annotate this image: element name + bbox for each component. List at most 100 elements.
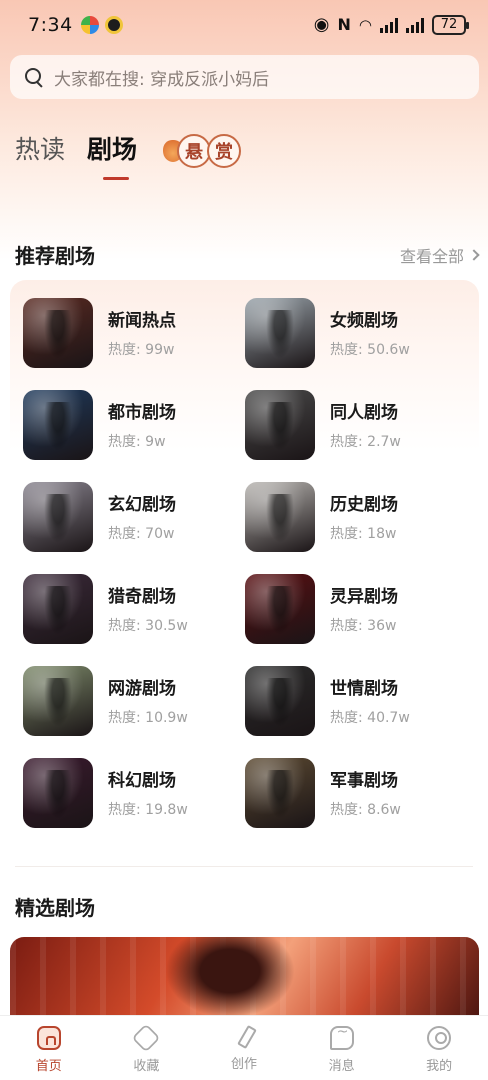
main-tabs: 热读 剧场 悬 赏: [15, 130, 242, 180]
theater-text: 都市剧场热度: 9w: [108, 398, 176, 451]
theater-heat: 热度: 19.8w: [108, 802, 188, 818]
theater-item[interactable]: 女频剧场热度: 50.6w: [245, 297, 467, 368]
app-notification-icon: [80, 16, 99, 34]
tab-reward[interactable]: 悬 赏: [163, 134, 242, 168]
nav-message[interactable]: 消息: [302, 1024, 382, 1074]
tab-theater[interactable]: 剧场: [87, 130, 137, 180]
section-title: 精选剧场: [15, 896, 95, 920]
theater-item[interactable]: 同人剧场 热度: 2.7w: [245, 389, 467, 460]
status-indicators: ◉ N ◠ 72: [313, 14, 469, 35]
eye-icon: ◉: [313, 14, 330, 35]
banner-figure: [160, 937, 300, 1022]
nav-label: 创作: [230, 1057, 257, 1072]
theater-name: 玄幻剧场: [108, 495, 176, 515]
theater-text: 世情剧场热度: 40.7w: [330, 674, 410, 727]
theater-thumbnail: [23, 573, 93, 644]
theater-name: 网游剧场: [108, 679, 176, 699]
nav-create[interactable]: 创作: [204, 1024, 284, 1072]
theater-thumbnail: [245, 481, 315, 552]
theater-heat: 热度: 8.6w: [330, 802, 401, 818]
theater-heat: 热度: 40.7w: [330, 710, 410, 726]
theater-name: 都市剧场: [108, 403, 176, 423]
theater-item[interactable]: 都市剧场热度: 9w: [23, 389, 245, 460]
theater-grid: 新闻热点热度: 99w 女频剧场热度: 50.6w 都市剧场热度: 9w 同人剧场 热度…: [23, 297, 473, 828]
theater-heat: 热度: 30.5w: [108, 618, 188, 634]
bottom-nav: 首页 收藏 创作 消息 我的: [0, 1015, 488, 1080]
theater-name: 科幻剧场: [108, 771, 176, 791]
home-icon: [36, 1026, 61, 1050]
theater-heat: 热度: 18w: [330, 526, 397, 542]
nav-collect[interactable]: 收藏: [106, 1023, 186, 1074]
theater-item[interactable]: 新闻热点热度: 99w: [23, 297, 245, 368]
theater-name: 女频剧场: [330, 311, 398, 331]
theater-item[interactable]: 灵异剧场热度: 36w: [245, 573, 467, 644]
theater-text: 玄幻剧场热度: 70w: [108, 490, 176, 543]
theater-text: 历史剧场热度: 18w: [330, 490, 398, 543]
theater-heat: 热度: 9w: [108, 434, 166, 450]
collect-icon: [131, 1023, 161, 1053]
theater-text: 女频剧场热度: 50.6w: [330, 306, 410, 359]
theater-name: 军事剧场: [330, 771, 398, 791]
reward-char: 悬: [177, 134, 212, 168]
theater-thumbnail: [245, 389, 315, 460]
theater-thumbnail: [23, 757, 93, 828]
theater-item[interactable]: 世情剧场热度: 40.7w: [245, 665, 467, 736]
theater-item[interactable]: 历史剧场热度: 18w: [245, 481, 467, 552]
mine-icon: [427, 1026, 452, 1050]
theater-name: 灵异剧场: [330, 587, 398, 607]
theater-name: 历史剧场: [330, 495, 398, 515]
status-bar: 7:34 ◉ N ◠ 72: [0, 0, 488, 50]
theater-item[interactable]: 网游剧场 热度: 10.9w: [23, 665, 245, 736]
theater-name: 新闻热点: [108, 311, 176, 331]
tab-hot-read[interactable]: 热读: [15, 130, 65, 166]
theater-item[interactable]: 玄幻剧场热度: 70w: [23, 481, 245, 552]
theater-thumbnail: [245, 297, 315, 368]
view-all-label: 查看全部: [399, 246, 464, 266]
nav-mine[interactable]: 我的: [399, 1026, 479, 1074]
theater-item[interactable]: 猎奇剧场热度: 30.5w: [23, 573, 245, 644]
status-time: 7:34: [28, 14, 73, 36]
reward-char: 赏: [207, 134, 242, 168]
theater-heat: 热度: 50.6w: [330, 342, 410, 358]
theater-name: 世情剧场: [330, 679, 398, 699]
theater-name: 猎奇剧场: [108, 587, 176, 607]
theater-thumbnail: [23, 481, 93, 552]
theater-thumbnail: [245, 665, 315, 736]
theater-item[interactable]: 科幻剧场热度: 19.8w: [23, 757, 245, 828]
theater-thumbnail: [23, 665, 93, 736]
chevron-right-icon: [468, 248, 480, 261]
create-icon: [237, 1024, 257, 1050]
theater-heat: 热度: 36w: [330, 618, 397, 634]
nav-home[interactable]: 首页: [9, 1026, 89, 1074]
divider: [15, 866, 473, 867]
notification-icons: [80, 16, 123, 34]
search-icon: [24, 67, 44, 87]
theater-text: 军事剧场热度: 8.6w: [330, 766, 401, 819]
theater-heat: 热度: 70w: [108, 526, 175, 542]
featured-header: 精选剧场: [15, 892, 478, 921]
theater-heat: 热度: 99w: [108, 342, 175, 358]
theater-thumbnail: [245, 757, 315, 828]
view-all-link[interactable]: 查看全部: [399, 243, 480, 267]
section-title: 推荐剧场: [15, 244, 95, 268]
recommended-header: 推荐剧场 查看全部: [15, 240, 480, 269]
search-placeholder: 大家都在搜: 穿成反派小妈后: [54, 69, 270, 90]
nav-label: 首页: [35, 1059, 62, 1074]
signal-icon: [380, 17, 398, 33]
theater-text: 同人剧场 热度: 2.7w: [330, 398, 401, 451]
theater-thumbnail: [245, 573, 315, 644]
theater-text: 猎奇剧场热度: 30.5w: [108, 582, 188, 635]
theater-item[interactable]: 军事剧场热度: 8.6w: [245, 757, 467, 828]
signal-icon: [406, 17, 424, 33]
search-bar[interactable]: 大家都在搜: 穿成反派小妈后: [10, 55, 479, 99]
nav-label: 我的: [426, 1059, 453, 1074]
theater-text: 灵异剧场热度: 36w: [330, 582, 398, 635]
theater-thumbnail: [23, 389, 93, 460]
nav-label: 消息: [328, 1059, 355, 1074]
message-icon: [329, 1024, 354, 1050]
theater-text: 科幻剧场热度: 19.8w: [108, 766, 188, 819]
theater-text: 网游剧场 热度: 10.9w: [108, 674, 188, 727]
featured-banner-image[interactable]: [10, 937, 479, 1022]
theater-heat: 热度: 2.7w: [330, 434, 401, 450]
app-notification-icon: [104, 16, 123, 34]
